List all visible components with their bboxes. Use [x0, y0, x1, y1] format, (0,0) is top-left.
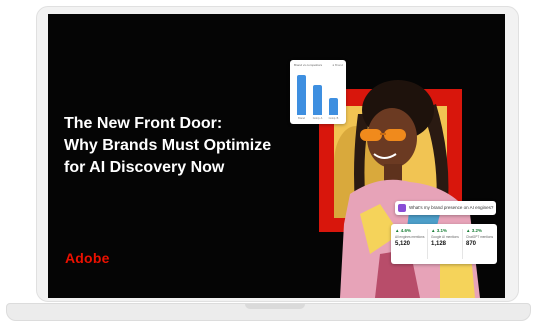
stat-change: ▲ 3.2%	[466, 228, 482, 233]
stat-divider	[462, 229, 463, 259]
stat-value: 870	[466, 241, 477, 247]
sunglasses	[360, 129, 382, 141]
stat-label: ChatGPT mentions	[466, 235, 494, 239]
ai-mentions-stats-card: ▲ 4.6% All engines mentions 5,120 ▲ 3.1%…	[391, 224, 497, 264]
chart-legend: ● Brand	[332, 63, 343, 67]
stat-value: 1,128	[431, 241, 447, 247]
chart-bar-label: Comp. A	[312, 117, 323, 120]
chart-bar-label: Brand	[298, 117, 305, 120]
chart-bar-label: Comp. B	[328, 117, 339, 120]
stat-change: ▲ 4.6%	[395, 228, 411, 233]
chart-bar-3	[329, 98, 338, 115]
stat-label: All engines mentions	[395, 235, 425, 239]
promo-banner[interactable]: The New Front Door: Why Brands Must Opti…	[48, 14, 505, 298]
headline-line-1: The New Front Door:	[64, 115, 223, 132]
prompt-text: What's my brand presence on AI engines?	[409, 205, 494, 210]
laptop-base	[6, 303, 531, 321]
stat-chatgpt: ▲ 3.2% ChatGPT mentions 870	[466, 228, 499, 247]
laptop-notch	[245, 304, 305, 309]
stat-divider	[427, 229, 428, 259]
chart-bar-1	[297, 75, 306, 115]
sparkle-icon	[398, 204, 406, 212]
stat-label: Google AI mentions	[431, 235, 459, 239]
headline-line-2: Why Brands Must Optimize	[64, 137, 272, 154]
stat-value: 5,120	[395, 241, 411, 247]
brand-chart-card: Brand vs competitors ● Brand Brand Comp.…	[290, 60, 346, 124]
stat-change: ▲ 3.1%	[431, 228, 447, 233]
adobe-logo: Adobe	[65, 250, 110, 266]
person-illustration	[340, 80, 480, 298]
headline: The New Front Door: Why Brands Must Opti…	[64, 113, 304, 179]
stat-google-ai: ▲ 3.1% Google AI mentions 1,128	[431, 228, 464, 247]
ai-prompt-chip[interactable]: What's my brand presence on AI engines?	[395, 201, 496, 215]
stat-all-engines: ▲ 4.6% All engines mentions 5,120	[395, 228, 428, 247]
chart-title: Brand vs competitors	[294, 63, 323, 67]
chart-bar-2	[313, 85, 322, 115]
headline-line-3: for AI Discovery Now	[64, 159, 225, 176]
